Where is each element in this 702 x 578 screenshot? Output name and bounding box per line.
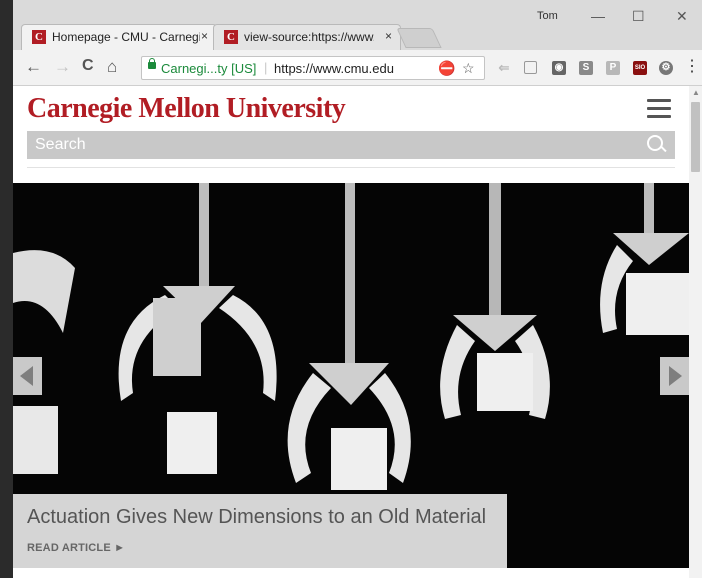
search-icon[interactable]: [647, 135, 663, 151]
tab-title: Homepage - CMU - Carnegie Mellon Univers…: [52, 30, 200, 44]
page-scrollbar[interactable]: ▲: [689, 86, 702, 578]
browser-menu-icon[interactable]: ⋮: [684, 56, 700, 76]
minimize-button[interactable]: —: [591, 8, 605, 24]
read-article-link[interactable]: READ ARTICLE ►: [27, 542, 125, 554]
tab-title: view-source:https://www.cmu.edu: [244, 30, 374, 44]
note-extension-icon[interactable]: [524, 61, 537, 74]
lock-icon: [148, 58, 156, 69]
search-input[interactable]: [27, 131, 643, 159]
address-separator: |: [264, 60, 268, 75]
cmu-favicon-icon: C: [32, 30, 46, 44]
close-window-button[interactable]: ✕: [676, 8, 688, 25]
hero-caption: Actuation Gives New Dimensions to an Old…: [13, 494, 507, 568]
bookmark-star-icon[interactable]: ☆: [462, 60, 475, 77]
profile-name[interactable]: Tom: [537, 10, 558, 22]
browser-window: C Homepage - CMU - Carnegie Mellon Unive…: [13, 0, 702, 578]
tab-close-icon[interactable]: ×: [201, 29, 208, 43]
scrollbar-thumb[interactable]: [691, 102, 700, 172]
tab-view-source[interactable]: C view-source:https://www.cmu.edu ×: [213, 24, 401, 50]
divider: [27, 167, 675, 168]
scroll-up-icon[interactable]: ▲: [692, 88, 700, 97]
tab-close-icon[interactable]: ×: [385, 29, 392, 43]
p-extension-icon[interactable]: P: [606, 61, 620, 75]
forward-button[interactable]: →: [54, 57, 71, 77]
carousel-next-button[interactable]: [660, 357, 689, 395]
url-text[interactable]: https://www.cmu.edu: [274, 61, 394, 76]
maximize-button[interactable]: ☐: [632, 8, 645, 25]
tab-homepage[interactable]: C Homepage - CMU - Carnegie Mellon Unive…: [21, 24, 217, 50]
hamburger-menu-icon[interactable]: [647, 99, 671, 123]
chevron-left-icon: [20, 366, 33, 386]
hero-carousel: Actuation Gives New Dimensions to an Old…: [13, 183, 689, 568]
security-indicator[interactable]: Carnegi...ty [US]: [161, 61, 256, 76]
reload-button[interactable]: C: [82, 57, 94, 75]
title-bar: C Homepage - CMU - Carnegie Mellon Unive…: [13, 0, 702, 50]
web-page: Carnegie Mellon University Search Actuat…: [13, 86, 689, 578]
site-settings-icon[interactable]: ⛔: [438, 60, 455, 77]
new-tab-button[interactable]: [396, 28, 442, 48]
browser-toolbar: ← → C ⌂ Carnegi...ty [US] | https://www.…: [13, 50, 702, 86]
back-button[interactable]: ←: [25, 57, 42, 77]
reader-extension-icon[interactable]: ⇐: [497, 61, 511, 75]
hero-headline[interactable]: Actuation Gives New Dimensions to an Old…: [27, 506, 486, 529]
home-button[interactable]: ⌂: [107, 57, 117, 77]
camera-extension-icon[interactable]: ◉: [552, 61, 566, 75]
chevron-right-icon: [669, 366, 682, 386]
cmu-favicon-icon: C: [224, 30, 238, 44]
gear-extension-icon[interactable]: ⚙: [659, 61, 673, 75]
site-logo[interactable]: Carnegie Mellon University: [27, 93, 346, 125]
address-bar[interactable]: Carnegi...ty [US] | https://www.cmu.edu …: [141, 56, 485, 80]
sio-extension-icon[interactable]: SIO: [633, 61, 647, 75]
site-search: [27, 131, 675, 159]
s-extension-icon[interactable]: S: [579, 61, 593, 75]
carousel-prev-button[interactable]: [13, 357, 42, 395]
